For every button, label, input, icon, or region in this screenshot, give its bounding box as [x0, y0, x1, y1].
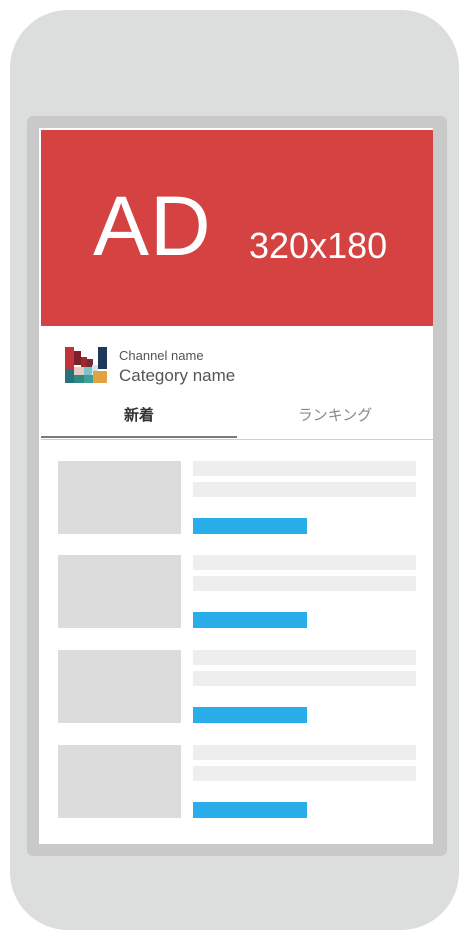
ad-size-label: 320x180 [249, 225, 388, 266]
channel-header: Channel name Category name [39, 326, 433, 396]
title-line-placeholder [193, 482, 416, 497]
title-line-placeholder [193, 766, 416, 781]
category-name: Category name [119, 366, 236, 385]
tab-bar: 新着 ランキング [41, 398, 433, 440]
link-bar[interactable] [193, 707, 307, 723]
title-line-placeholder [193, 671, 416, 686]
title-line-placeholder [193, 745, 416, 760]
thumbnail-placeholder [58, 745, 181, 818]
channel-name: Channel name [119, 348, 204, 363]
title-line-placeholder [193, 555, 416, 570]
ad-banner[interactable]: AD 320x180 [41, 130, 433, 326]
link-bar[interactable] [193, 612, 307, 628]
thumbnail-placeholder [58, 555, 181, 628]
title-line-placeholder [193, 576, 416, 591]
title-line-placeholder [193, 650, 416, 665]
list-item[interactable] [58, 555, 416, 629]
tab-new[interactable]: 新着 [41, 398, 237, 438]
list-item[interactable] [58, 461, 416, 535]
ad-label: AD [93, 179, 212, 273]
app-screen: AD 320x180 Channel name Category name 新着… [39, 128, 433, 844]
thumbnail-placeholder [58, 650, 181, 723]
list-item[interactable] [58, 650, 416, 724]
link-bar[interactable] [193, 518, 307, 534]
tab-ranking[interactable]: ランキング [237, 398, 433, 438]
title-line-placeholder [193, 461, 416, 476]
thumbnail-placeholder [58, 461, 181, 534]
link-bar[interactable] [193, 802, 307, 818]
channel-logo-icon [65, 347, 107, 383]
list-item[interactable] [58, 745, 416, 819]
